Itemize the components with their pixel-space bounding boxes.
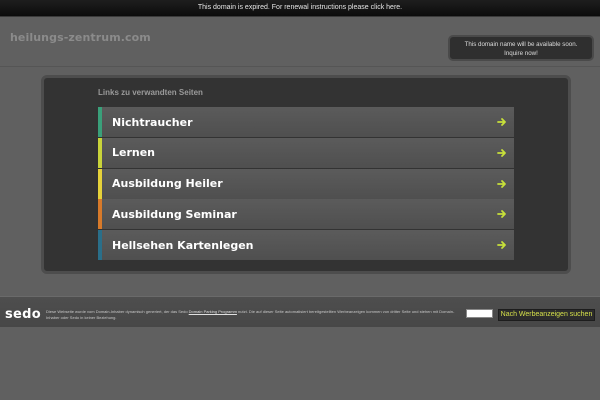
link-item-hellsehen-kartenlegen[interactable]: Hellsehen Kartenlegen <box>98 230 514 260</box>
links-heading: Links zu verwandten Seiten <box>98 88 203 97</box>
sedo-logo[interactable]: sedo <box>5 307 41 322</box>
link-label[interactable]: Ausbildung Seminar <box>102 208 495 221</box>
link-label[interactable]: Lernen <box>102 146 495 159</box>
arrow-right-icon[interactable] <box>495 146 509 160</box>
parking-disclaimer: Diese Webseite wurde vom Domain-Inhaber … <box>46 309 466 320</box>
domain-title: heilungs-zentrum.com <box>10 31 151 44</box>
link-item-nichtraucher[interactable]: Nichtraucher <box>98 107 514 137</box>
arrow-right-icon[interactable] <box>495 207 509 221</box>
expired-notice-text[interactable]: This domain is expired. For renewal inst… <box>198 4 402 11</box>
arrow-right-icon[interactable] <box>495 238 509 252</box>
link-item-ausbildung-heiler[interactable]: Ausbildung Heiler <box>98 168 514 199</box>
arrow-right-icon[interactable] <box>495 177 509 191</box>
link-item-lernen[interactable]: Lernen <box>98 137 514 168</box>
expired-notice-bar[interactable]: This domain is expired. For renewal inst… <box>0 0 600 17</box>
link-label[interactable]: Hellsehen Kartenlegen <box>102 239 495 252</box>
link-label[interactable]: Nichtraucher <box>102 116 495 129</box>
arrow-right-icon[interactable] <box>495 115 509 129</box>
related-links-list: Nichtraucher Lernen Ausbildung Heiler Au… <box>98 107 514 261</box>
domain-available-box[interactable]: This domain name will be available soon.… <box>448 35 594 61</box>
inquire-link[interactable]: Inquire now! <box>450 49 592 58</box>
disclaimer-text-1: Diese Webseite wurde vom Domain-Inhaber … <box>46 309 189 314</box>
domain-parking-link[interactable]: Domain Parking Programm <box>189 309 237 314</box>
link-label[interactable]: Ausbildung Heiler <box>102 177 495 190</box>
link-item-ausbildung-seminar[interactable]: Ausbildung Seminar <box>98 199 514 230</box>
ad-search-button[interactable]: Nach Werbeanzeigen suchen <box>498 309 595 321</box>
ad-search-input[interactable] <box>466 309 493 318</box>
header-divider <box>0 66 600 67</box>
availability-text: This domain name will be available soon. <box>464 41 578 48</box>
